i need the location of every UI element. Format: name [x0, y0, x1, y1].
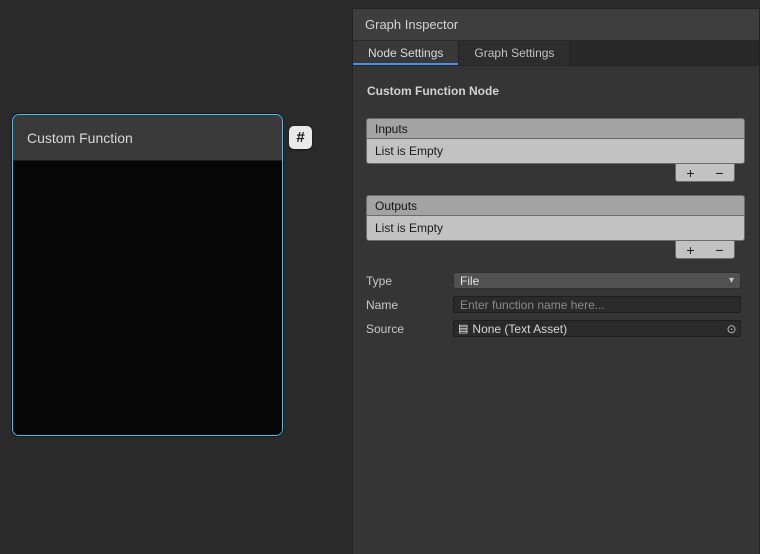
type-field-row: Type File ▾ — [366, 272, 745, 289]
outputs-add-button[interactable]: + — [679, 242, 703, 258]
inputs-add-button[interactable]: + — [679, 165, 703, 181]
name-label: Name — [366, 298, 453, 312]
chevron-down-icon: ▾ — [729, 275, 734, 286]
custom-function-node[interactable]: Custom Function — [12, 114, 283, 436]
function-name-input[interactable] — [453, 296, 741, 313]
inputs-list: Inputs List is Empty + − — [366, 118, 745, 182]
inputs-empty-label: List is Empty — [375, 144, 443, 158]
object-picker-icon[interactable]: ⊙ — [723, 321, 740, 336]
inputs-list-title: Inputs — [375, 122, 408, 136]
inputs-footer-bar: + − — [675, 164, 735, 182]
outputs-list-body[interactable]: List is Empty — [366, 215, 745, 241]
source-object-value: None (Text Asset) — [472, 322, 567, 336]
inputs-list-header: Inputs — [366, 118, 745, 138]
inspector-title-bar[interactable]: Graph Inspector — [353, 9, 759, 41]
section-title: Custom Function Node — [367, 84, 744, 98]
node-settings-fields: Type File ▾ Name Source ▤ None (Text Ass… — [366, 272, 745, 337]
node-body — [13, 161, 282, 435]
inputs-list-footer: + − — [366, 164, 745, 182]
outputs-list-title: Outputs — [375, 199, 417, 213]
tab-graph-settings[interactable]: Graph Settings — [459, 41, 570, 65]
type-dropdown[interactable]: File ▾ — [453, 272, 741, 289]
inputs-list-body[interactable]: List is Empty — [366, 138, 745, 164]
type-label: Type — [366, 274, 453, 288]
outputs-remove-button[interactable]: − — [708, 242, 732, 258]
inspector-content: Custom Function Node Inputs List is Empt… — [353, 66, 759, 337]
graph-canvas[interactable]: Custom Function # Graph Inspector Node S… — [0, 0, 760, 554]
node-header[interactable]: Custom Function — [13, 115, 282, 161]
inputs-remove-button[interactable]: − — [708, 165, 732, 181]
outputs-list-footer: + − — [366, 241, 745, 259]
source-field-row: Source ▤ None (Text Asset) ⊙ — [366, 320, 745, 337]
tab-graph-settings-label: Graph Settings — [474, 46, 554, 60]
outputs-list: Outputs List is Empty + − — [366, 195, 745, 259]
source-object-field[interactable]: ▤ None (Text Asset) ⊙ — [453, 320, 741, 337]
inspector-title: Graph Inspector — [365, 17, 458, 32]
tab-node-settings[interactable]: Node Settings — [353, 41, 459, 65]
inspector-tab-bar: Node Settings Graph Settings — [353, 41, 759, 66]
type-dropdown-value: File — [460, 274, 479, 288]
graph-inspector-panel: Graph Inspector Node Settings Graph Sett… — [352, 8, 760, 554]
outputs-empty-label: List is Empty — [375, 221, 443, 235]
outputs-footer-bar: + − — [675, 241, 735, 259]
hash-badge-icon[interactable]: # — [289, 126, 312, 149]
node-title: Custom Function — [27, 130, 133, 146]
tab-node-settings-label: Node Settings — [368, 46, 443, 60]
source-label: Source — [366, 322, 453, 336]
name-field-row: Name — [366, 296, 745, 313]
outputs-list-header: Outputs — [366, 195, 745, 215]
text-asset-icon: ▤ — [458, 322, 468, 335]
